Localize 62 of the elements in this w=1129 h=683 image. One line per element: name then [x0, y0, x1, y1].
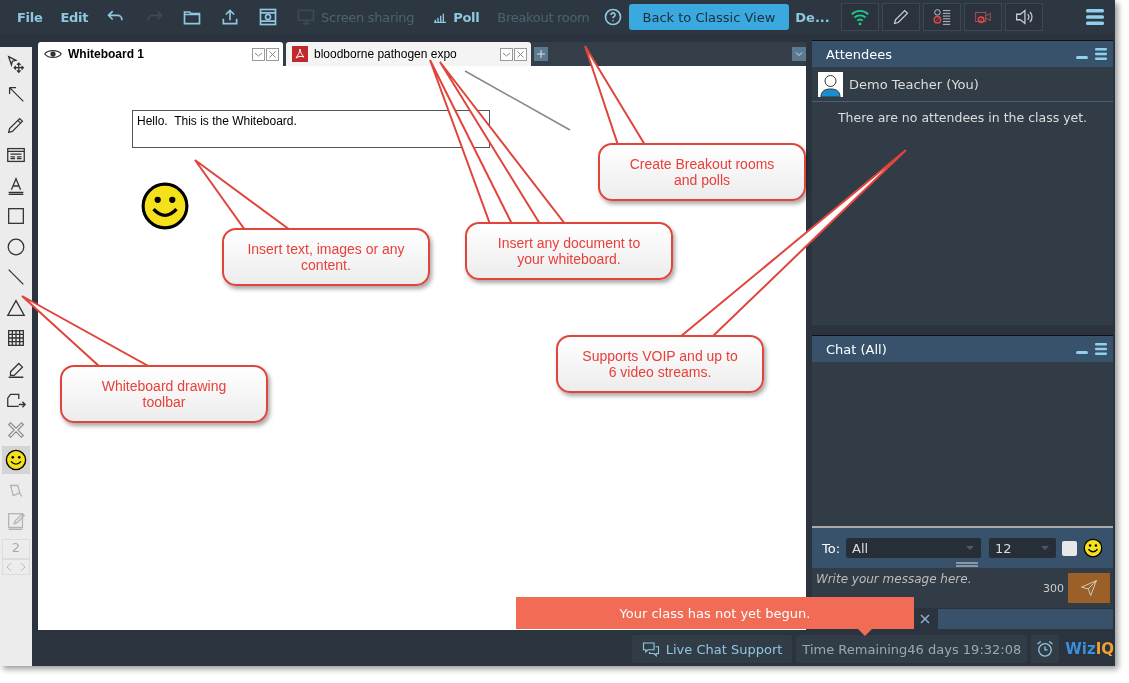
help-icon [602, 7, 623, 27]
caret-icon [965, 545, 976, 551]
panel-title: Chat (All) [826, 341, 888, 357]
recipient-dropdown[interactable]: All [846, 538, 982, 558]
tab[interactable]: bloodborne pathogen expo [286, 42, 531, 66]
alarm-button[interactable] [1031, 635, 1060, 663]
pencil-button[interactable] [881, 3, 920, 31]
avatar-icon [818, 71, 843, 97]
callout: Supports VOIP and up to 6 video streams. [556, 335, 764, 393]
menu-icon[interactable] [1085, 8, 1105, 26]
font-size-dropdown[interactable]: 12 [989, 538, 1057, 558]
video-icon [258, 7, 279, 27]
speaker-button[interactable] [1004, 3, 1043, 31]
to-label: To: [822, 540, 841, 556]
caret-icon [1040, 545, 1051, 551]
time-value: 46 days 19:32:08 [907, 641, 1022, 657]
menu-icon[interactable] [1095, 48, 1107, 60]
dropdown-icon[interactable] [500, 47, 513, 61]
send-button[interactable] [1068, 573, 1110, 603]
poll-button[interactable]: Poll [423, 2, 489, 32]
user-name[interactable]: De... [795, 9, 830, 25]
eye-icon [44, 47, 62, 61]
smiley-icon [5, 449, 27, 471]
character-counter: 300 [1043, 581, 1064, 595]
attendee-name[interactable]: Demo Teacher (You) [849, 76, 979, 92]
callout: Insert text, images or any content. [222, 228, 430, 286]
plus-icon [536, 49, 546, 59]
pdf-icon [292, 46, 308, 62]
list-button[interactable] [922, 3, 961, 31]
logo: WizIQ [1065, 640, 1115, 658]
chevron-down-icon [794, 49, 804, 59]
dropdown-icon[interactable] [252, 47, 265, 61]
callout: Create Breakout rooms and polls [598, 143, 806, 201]
smiley-drawing [140, 181, 190, 231]
menu-icon[interactable] [1095, 343, 1107, 355]
alarm-clock-icon [1035, 639, 1056, 659]
grid-icon [5, 327, 27, 349]
wifi-button[interactable] [840, 3, 879, 31]
smiley-icon[interactable] [1083, 538, 1104, 558]
time-label: Time Remaining [802, 641, 908, 657]
close-icon[interactable] [266, 47, 279, 61]
callout: Whiteboard drawing toolbar [60, 365, 268, 423]
back-to-classic-view-button[interactable]: Back to Classic View [628, 4, 790, 30]
upload-icon [220, 7, 241, 27]
live-chat-support-button[interactable]: Live Chat Support [631, 635, 793, 663]
edit-icon [5, 510, 27, 532]
panel-title: Attendees [826, 46, 894, 62]
send-icon [1079, 578, 1099, 598]
menu-item[interactable]: Edit [51, 2, 98, 32]
page-number: 2 [2, 539, 30, 559]
banner-pointer-icon [857, 628, 873, 636]
menu-item[interactable]: File [8, 2, 52, 32]
chat-bubbles-icon [641, 641, 660, 657]
tool-button[interactable] [2, 446, 30, 474]
text-box[interactable]: Hello. This is the Whiteboard. [132, 110, 490, 148]
callout: Insert any document to your whiteboard. [465, 222, 673, 280]
checkbox[interactable] [1062, 540, 1078, 556]
close-icon[interactable] [514, 47, 527, 61]
resize-handle-icon[interactable] [956, 562, 978, 567]
square-icon [5, 205, 27, 227]
empty-message: There are no attendees in the class yet. [836, 110, 1089, 125]
tab[interactable]: Whiteboard 1 [38, 42, 283, 66]
